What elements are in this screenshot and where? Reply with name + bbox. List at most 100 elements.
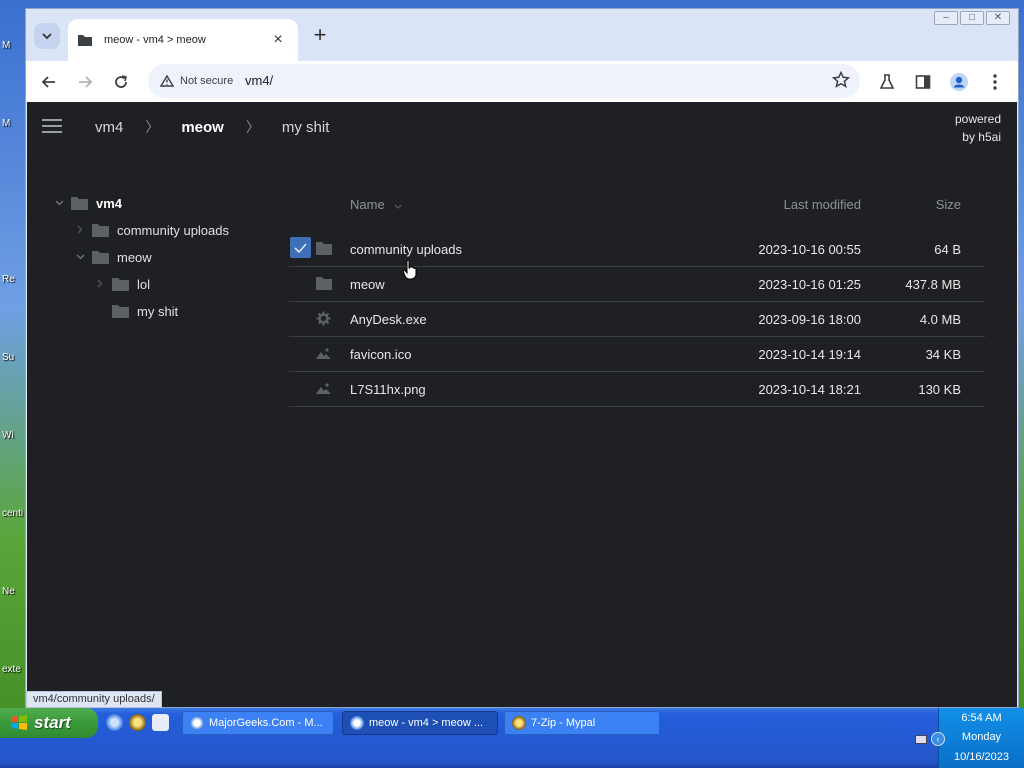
file-modified: 2023-10-16 01:25 — [758, 277, 861, 292]
file-row[interactable]: favicon.ico 2023-10-14 19:14 34 KB — [289, 337, 985, 372]
keyboard-icon[interactable] — [915, 735, 927, 744]
desktop-icon-label[interactable]: Re — [2, 274, 15, 285]
menu-icon-bar — [42, 125, 62, 127]
file-size: 130 KB — [918, 382, 961, 397]
security-label: Not secure — [180, 75, 234, 87]
desktop-icon-label[interactable]: M — [2, 118, 10, 129]
hand-cursor-icon — [403, 260, 417, 280]
chevron-down-icon[interactable] — [74, 252, 86, 263]
desktop-icon-label[interactable]: Wi — [2, 430, 14, 441]
desktop-icon-label[interactable]: centi — [2, 508, 23, 519]
clock-date: 10/16/2023 — [953, 751, 1010, 763]
security-chip[interactable]: Not secure — [156, 70, 241, 92]
tree-item-lol[interactable]: lol — [94, 277, 150, 292]
star-icon — [831, 70, 851, 88]
arrow-left-icon — [41, 76, 55, 88]
folder-icon — [112, 278, 129, 291]
sort-icon — [394, 204, 402, 209]
chevron-right-icon: 〉 — [245, 119, 260, 135]
reload-button[interactable] — [108, 69, 134, 95]
checkmark-icon — [294, 242, 307, 253]
file-name[interactable]: favicon.ico — [350, 347, 411, 362]
powered-by-line: by h5ai — [962, 130, 1001, 144]
show-desktop-icon[interactable] — [152, 714, 169, 731]
menu-button[interactable] — [982, 69, 1008, 95]
folder-icon — [78, 35, 92, 46]
labs-button[interactable] — [874, 69, 900, 95]
file-row[interactable]: community uploads 2023-10-16 00:55 64 B — [289, 232, 985, 267]
tree-item-community-uploads[interactable]: community uploads — [74, 223, 229, 238]
column-header-modified[interactable]: Last modified — [784, 197, 861, 212]
chevron-down-icon[interactable] — [53, 198, 65, 209]
desktop-icon-label[interactable]: Ne — [2, 586, 15, 597]
tab-close-button[interactable]: × — [268, 31, 288, 49]
taskbar-item[interactable]: MajorGeeks.Com - M... — [182, 711, 334, 735]
breadcrumb-item-current[interactable]: meow — [181, 119, 224, 136]
minimize-button[interactable]: ‒ — [934, 11, 958, 25]
tree-item-my-shit[interactable]: my shit — [94, 304, 178, 319]
tab-search-button[interactable] — [34, 23, 60, 49]
chevron-right-icon[interactable] — [74, 225, 86, 237]
system-tray: ‹ 6:54 AM Monday 10/16/2023 — [915, 708, 1024, 768]
tree-item-label: community uploads — [117, 223, 229, 238]
browser-icon — [350, 716, 364, 730]
desktop-icon-label[interactable]: exte — [2, 664, 21, 675]
desktop-icon-label[interactable]: Su — [2, 352, 14, 363]
sidebar-toggle-button[interactable] — [42, 119, 62, 137]
address-bar[interactable]: Not secure vm4/ — [148, 64, 860, 98]
file-name[interactable]: L7S11hx.png — [350, 382, 426, 397]
tree-item-vm4[interactable]: vm4 — [53, 196, 122, 211]
forward-button[interactable] — [72, 69, 98, 95]
close-window-button[interactable]: ✕ — [986, 11, 1010, 25]
file-name[interactable]: AnyDesk.exe — [350, 312, 427, 327]
back-button[interactable] — [36, 69, 62, 95]
maximize-button[interactable]: □ — [960, 11, 984, 25]
tree-item-meow[interactable]: meow — [74, 250, 152, 265]
tab-active[interactable]: meow - vm4 > meow × — [68, 19, 298, 61]
selection-checkbox[interactable] — [290, 237, 311, 258]
breadcrumb-item[interactable]: my shit — [282, 119, 330, 136]
app-launch-icon[interactable] — [129, 714, 146, 731]
file-size: 34 KB — [925, 347, 961, 362]
side-panel-button[interactable] — [910, 69, 936, 95]
quick-launch — [106, 714, 169, 731]
taskbar-item[interactable]: 7-Zip - Mypal — [504, 711, 660, 735]
start-button[interactable]: start — [0, 708, 98, 738]
desktop-icon-label[interactable]: M — [2, 40, 10, 51]
image-icon — [316, 383, 331, 394]
url-text[interactable]: vm4/ — [245, 73, 273, 88]
breadcrumb: vm4 〉 meow 〉 my shit — [95, 117, 329, 137]
powered-by[interactable]: powered by h5ai — [955, 110, 1001, 146]
file-name[interactable]: community uploads — [350, 242, 462, 257]
browser-launch-icon[interactable] — [106, 714, 123, 731]
arrow-right-icon — [79, 76, 93, 88]
tree-item-label: my shit — [137, 304, 179, 319]
folder-icon — [316, 242, 332, 255]
breadcrumb-item[interactable]: vm4 — [95, 119, 123, 136]
column-header-size[interactable]: Size — [936, 197, 961, 212]
taskbar-item-label: meow - vm4 > meow ... — [369, 717, 484, 729]
file-name[interactable]: meow — [350, 277, 385, 292]
tree-item-label: meow — [117, 250, 152, 265]
column-header-name[interactable]: Name — [350, 197, 402, 212]
file-row[interactable]: AnyDesk.exe 2023-09-16 18:00 4.0 MB — [289, 302, 985, 337]
taskbar-item-label: 7-Zip - Mypal — [531, 717, 596, 729]
browser-icon — [190, 716, 204, 730]
clock-day: Monday — [961, 731, 1002, 743]
more-vert-icon — [993, 74, 997, 90]
folder-icon — [92, 224, 109, 237]
new-tab-button[interactable]: + — [308, 23, 332, 47]
folder-icon — [71, 197, 88, 210]
clock-time[interactable]: 6:54 AM — [939, 712, 1024, 724]
chevron-right-icon: 〉 — [145, 119, 160, 135]
file-row[interactable]: meow 2023-10-16 01:25 437.8 MB — [289, 267, 985, 302]
tree-item-label: vm4 — [96, 196, 123, 211]
file-row[interactable]: L7S11hx.png 2023-10-14 18:21 130 KB — [289, 372, 985, 407]
chevron-right-icon[interactable] — [94, 279, 106, 291]
bookmark-button[interactable] — [831, 70, 851, 94]
file-modified: 2023-10-14 19:14 — [758, 347, 861, 362]
chevron-down-icon — [42, 32, 52, 39]
file-size: 437.8 MB — [905, 277, 961, 292]
profile-button[interactable] — [946, 69, 972, 95]
taskbar-item-active[interactable]: meow - vm4 > meow ... — [342, 711, 498, 735]
